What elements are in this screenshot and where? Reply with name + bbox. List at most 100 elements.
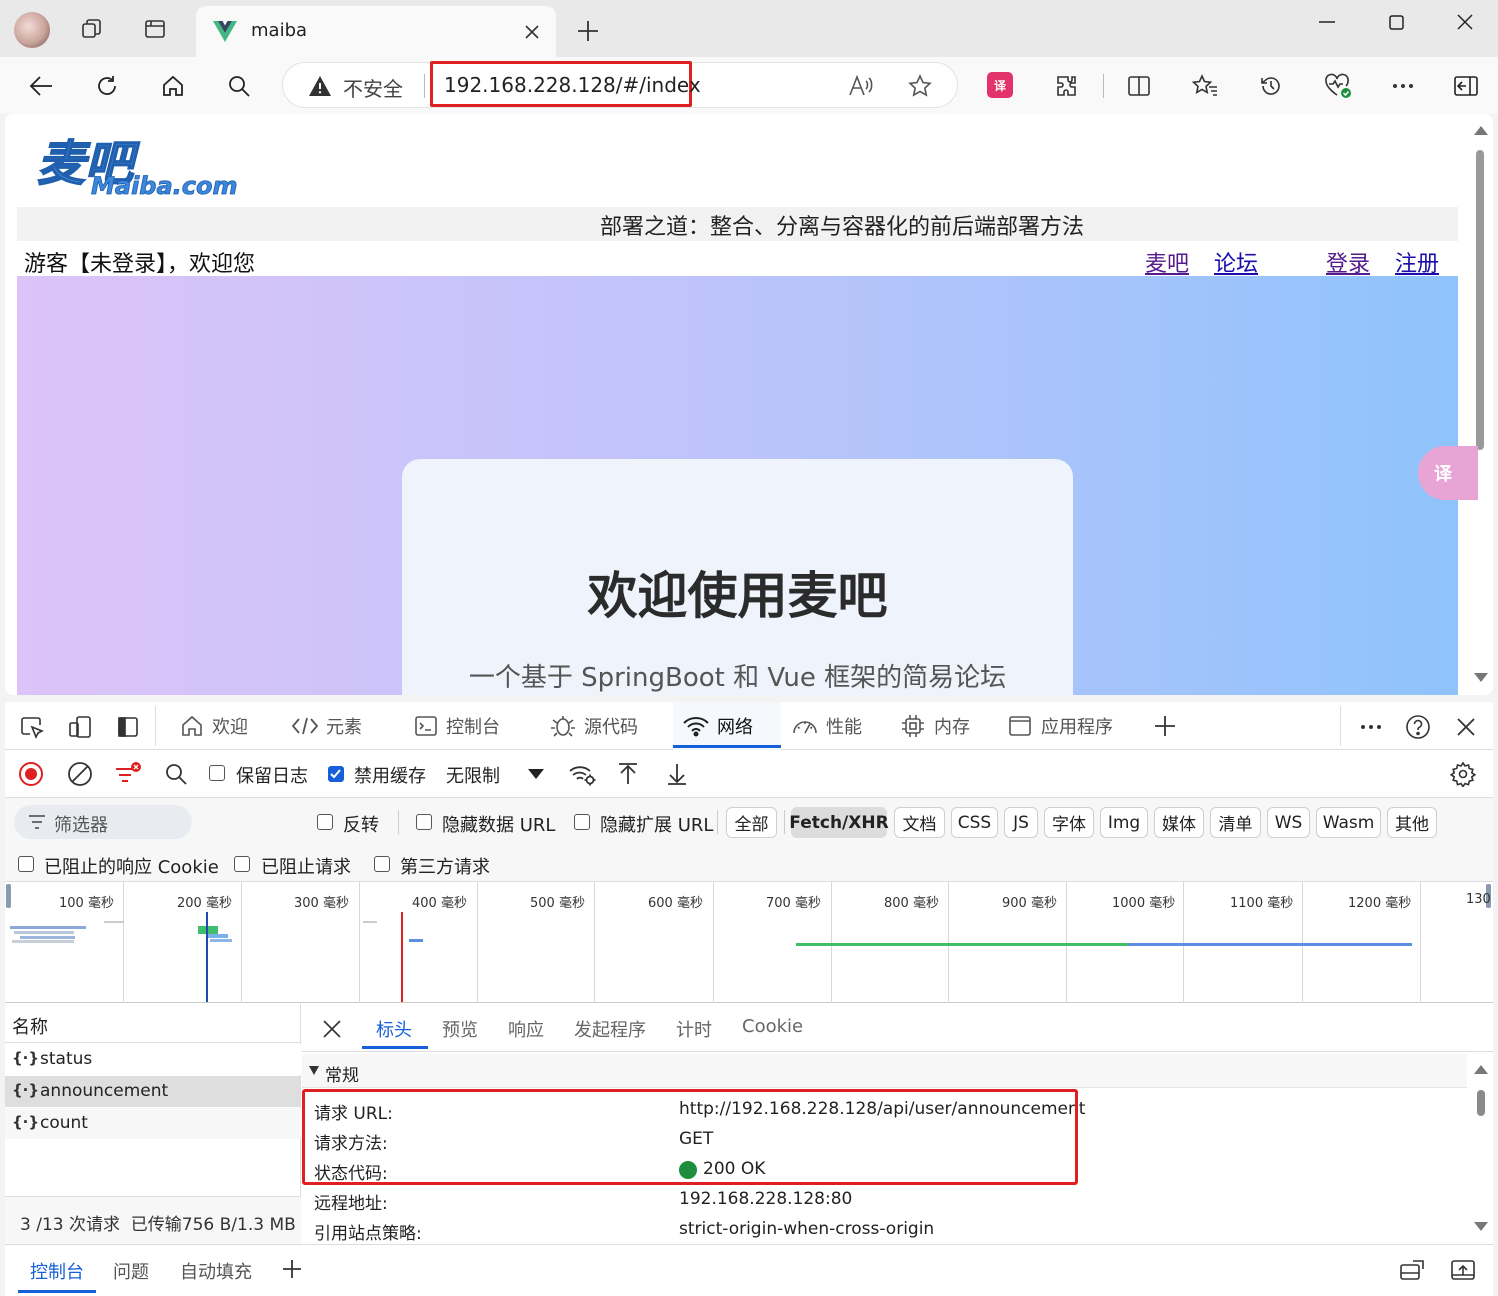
- nav-link-register[interactable]: 注册: [1395, 246, 1439, 278]
- profile-avatar[interactable]: [14, 12, 50, 48]
- device-emulation-icon[interactable]: [65, 712, 95, 742]
- more-menu-icon[interactable]: [1387, 70, 1419, 102]
- devtools-more-icon[interactable]: [1356, 712, 1386, 742]
- extensions-icon[interactable]: [1051, 70, 1083, 102]
- tab-actions-icon[interactable]: [141, 15, 169, 43]
- undock-drawer-icon[interactable]: [1398, 1256, 1426, 1284]
- split-screen-icon[interactable]: [1123, 70, 1155, 102]
- hide-data-urls-checkbox[interactable]: [416, 814, 432, 830]
- back-icon[interactable]: [25, 70, 57, 102]
- favorites-icon[interactable]: [1189, 70, 1221, 102]
- help-icon[interactable]: [1403, 712, 1433, 742]
- history-icon[interactable]: [1255, 70, 1287, 102]
- nav-link-forum[interactable]: 论坛: [1214, 246, 1258, 278]
- favorite-star-icon[interactable]: [904, 70, 936, 102]
- sidebar-toggle-icon[interactable]: [1450, 70, 1482, 102]
- network-settings-gear-icon[interactable]: [1448, 759, 1478, 789]
- type-filter-doc[interactable]: 文档: [894, 807, 945, 838]
- devtools-tab-elements[interactable]: 元素: [326, 702, 362, 750]
- detail-scrollbar-thumb[interactable]: [1477, 1090, 1485, 1116]
- type-filter-all[interactable]: 全部: [726, 807, 777, 838]
- warning-icon[interactable]: [306, 72, 334, 100]
- third-party-checkbox[interactable]: [374, 856, 390, 872]
- refresh-icon[interactable]: [91, 70, 123, 102]
- request-name[interactable]: status: [40, 1049, 92, 1069]
- request-name[interactable]: count: [40, 1113, 88, 1133]
- devtools-tab-performance[interactable]: 性能: [826, 702, 862, 750]
- general-section-header[interactable]: [302, 1054, 1467, 1088]
- scroll-down-arrow-icon[interactable]: [1474, 673, 1488, 682]
- type-filter-ws[interactable]: WS: [1267, 807, 1310, 838]
- nav-link-login[interactable]: 登录: [1326, 246, 1370, 278]
- dock-side-icon[interactable]: [113, 712, 143, 742]
- detail-tab-preview[interactable]: 预览: [442, 1016, 478, 1042]
- floating-translate-icon[interactable]: 译: [1418, 446, 1478, 500]
- import-har-icon[interactable]: [614, 759, 642, 789]
- home-icon[interactable]: [157, 70, 189, 102]
- devtools-tab-console[interactable]: 控制台: [446, 702, 500, 750]
- scroll-up-arrow-icon[interactable]: [1474, 126, 1488, 135]
- detail-scroll-down-arrow-icon[interactable]: [1474, 1222, 1488, 1231]
- close-drawer-icon[interactable]: [1449, 1256, 1477, 1284]
- clear-icon[interactable]: [65, 759, 95, 789]
- close-tab-icon[interactable]: [520, 20, 544, 44]
- site-logo[interactable]: 麦吧 Maiba.com: [33, 134, 253, 200]
- type-filter-img[interactable]: Img: [1100, 807, 1148, 838]
- maximize-icon[interactable]: [1381, 8, 1411, 36]
- add-panel-icon[interactable]: [1151, 712, 1179, 740]
- devtools-tab-welcome[interactable]: 欢迎: [212, 702, 248, 750]
- type-filter-font[interactable]: 字体: [1044, 807, 1094, 838]
- devtools-tab-application[interactable]: 应用程序: [1041, 702, 1113, 750]
- devtools-tab-sources[interactable]: 源代码: [584, 702, 638, 750]
- minimize-icon[interactable]: [1312, 8, 1342, 36]
- type-filter-wasm[interactable]: Wasm: [1316, 807, 1381, 838]
- triangle-down-icon[interactable]: [309, 1066, 319, 1075]
- export-har-icon[interactable]: [663, 759, 691, 789]
- hide-ext-urls-checkbox[interactable]: [574, 814, 590, 830]
- read-aloud-icon[interactable]: [845, 70, 877, 102]
- add-drawer-tab-icon[interactable]: [279, 1256, 305, 1282]
- type-filter-fetch-xhr[interactable]: Fetch/XHR: [789, 807, 889, 838]
- close-devtools-icon[interactable]: [1451, 712, 1481, 742]
- detail-tab-timing[interactable]: 计时: [676, 1016, 712, 1042]
- blocked-requests-checkbox[interactable]: [234, 856, 250, 872]
- request-name[interactable]: announcement: [40, 1081, 168, 1101]
- network-conditions-icon[interactable]: [566, 759, 598, 789]
- detail-tab-headers[interactable]: 标头: [376, 1016, 412, 1042]
- type-filter-css[interactable]: CSS: [951, 807, 998, 838]
- drawer-tab-autofill[interactable]: 自动填充: [180, 1258, 252, 1284]
- drawer-tab-issues[interactable]: 问题: [113, 1258, 149, 1284]
- record-icon[interactable]: [16, 759, 46, 789]
- browser-tab[interactable]: [196, 6, 556, 57]
- translate-extension-icon[interactable]: 译: [985, 70, 1015, 100]
- filter-toggle-icon[interactable]: [112, 759, 144, 789]
- detail-scroll-up-arrow-icon[interactable]: [1474, 1065, 1488, 1074]
- type-filter-other[interactable]: 其他: [1387, 807, 1437, 838]
- invert-checkbox[interactable]: [317, 814, 333, 830]
- nav-link-maiba[interactable]: 麦吧: [1145, 246, 1189, 278]
- security-label[interactable]: 不安全: [343, 73, 403, 102]
- preserve-log-checkbox[interactable]: [209, 765, 225, 781]
- throttle-chevron-down-icon[interactable]: [524, 764, 548, 784]
- page-scrollbar-thumb[interactable]: [1476, 150, 1484, 450]
- detail-tab-cookies[interactable]: Cookie: [742, 1016, 803, 1037]
- close-window-icon[interactable]: [1450, 8, 1480, 36]
- search-network-icon[interactable]: [161, 759, 191, 789]
- browser-essentials-icon[interactable]: [1321, 70, 1355, 102]
- detail-tab-initiator[interactable]: 发起程序: [574, 1016, 646, 1042]
- type-filter-media[interactable]: 媒体: [1154, 807, 1204, 838]
- search-icon[interactable]: [223, 70, 255, 102]
- close-detail-icon[interactable]: [318, 1015, 346, 1043]
- type-filter-manifest[interactable]: 清单: [1210, 807, 1261, 838]
- throttle-select[interactable]: 无限制: [446, 762, 500, 788]
- inspect-element-icon[interactable]: [17, 712, 47, 742]
- workspaces-icon[interactable]: [78, 15, 106, 43]
- detail-tab-response[interactable]: 响应: [508, 1016, 544, 1042]
- blocked-cookies-checkbox[interactable]: [18, 856, 34, 872]
- request-list-header[interactable]: 名称: [12, 1013, 48, 1039]
- new-tab-icon[interactable]: [574, 17, 602, 45]
- disable-cache-checkbox[interactable]: [328, 766, 344, 782]
- timeline-left-handle[interactable]: [6, 884, 11, 908]
- type-filter-js[interactable]: JS: [1004, 807, 1038, 838]
- devtools-tab-network[interactable]: 网络: [717, 702, 753, 750]
